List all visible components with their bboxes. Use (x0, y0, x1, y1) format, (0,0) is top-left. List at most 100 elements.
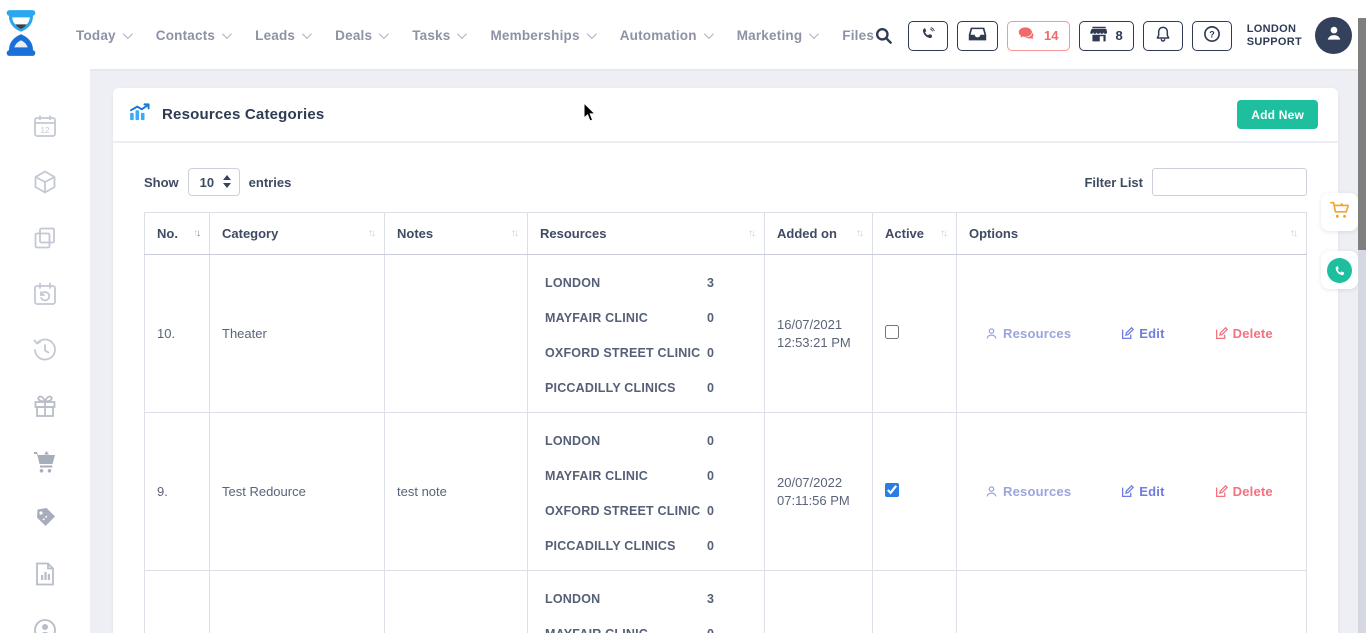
show-label: Show (144, 175, 179, 190)
user-name-label: LONDON SUPPORT (1247, 23, 1302, 49)
filter-list-input[interactable] (1152, 168, 1307, 196)
chat-button[interactable]: 14 (1007, 21, 1069, 51)
tag-icon[interactable] (32, 505, 59, 531)
menu-item-today[interactable]: Today (76, 28, 130, 43)
column-header-no[interactable]: No.↑↓ (145, 213, 210, 255)
resources-link[interactable]: Resources (985, 326, 1071, 341)
calendar-icon[interactable]: 12 (32, 113, 59, 139)
hourglass-logo-icon (0, 9, 42, 62)
dialer-button[interactable] (908, 21, 948, 51)
report-icon[interactable] (32, 561, 59, 587)
chevron-down-icon (809, 29, 819, 39)
column-header-resources[interactable]: Resources↑↓ (528, 213, 765, 255)
left-sidebar: 12 (0, 71, 90, 633)
user-avatar[interactable] (1315, 17, 1352, 54)
column-header-options[interactable]: Options↑↓ (957, 213, 1307, 255)
gift-icon[interactable] (32, 393, 59, 419)
chevron-down-icon (123, 29, 133, 39)
sort-icon: ↑↓ (856, 228, 862, 239)
sort-icon: ↑↓ (511, 228, 517, 239)
svg-text:?: ? (1209, 29, 1215, 39)
delete-link[interactable]: Delete (1215, 326, 1273, 341)
floating-cart-button[interactable] (1321, 193, 1358, 231)
chevron-down-icon (222, 29, 232, 39)
chevron-down-icon (587, 29, 597, 39)
column-header-active[interactable]: Active↑↓ (873, 213, 957, 255)
main-content: Resources Categories Add New Show 10 ent… (90, 71, 1366, 633)
cell-no: 9. (145, 413, 210, 571)
package-icon[interactable] (32, 169, 59, 195)
menu-item-memberships[interactable]: Memberships (490, 28, 593, 43)
menu-item-automation[interactable]: Automation (620, 28, 711, 43)
help-button[interactable]: ? (1192, 21, 1232, 51)
table-header-row: No.↑↓ Category↑↓ Notes↑↓ Resources↑↓ Add… (145, 213, 1307, 255)
page-size-select[interactable]: 10 (188, 168, 240, 196)
table-row: 9. Test Redource test note LONDON0 MAYFA… (145, 413, 1307, 571)
menu-item-deals[interactable]: Deals (335, 28, 386, 43)
bell-icon (1155, 25, 1171, 46)
page-scrollbar (1358, 0, 1366, 633)
add-new-button[interactable]: Add New (1237, 100, 1318, 129)
menu-item-marketing[interactable]: Marketing (737, 28, 817, 43)
main-menu: Today Contacts Leads Deals Tasks Members… (76, 28, 874, 43)
cell-resources: LONDON0 MAYFAIR CLINIC0 OXFORD STREET CL… (528, 413, 765, 571)
delete-link[interactable]: Delete (1215, 484, 1273, 499)
edit-link[interactable]: Edit (1121, 326, 1164, 341)
notifications-button[interactable] (1143, 21, 1183, 51)
chat-count-badge: 14 (1044, 28, 1058, 43)
menu-item-contacts[interactable]: Contacts (156, 28, 229, 43)
resources-link[interactable]: Resources (985, 484, 1071, 499)
table-row: LONDON3 MAYFAIR CLINIC0 (145, 571, 1307, 633)
cell-no (145, 571, 210, 633)
menu-item-tasks[interactable]: Tasks (412, 28, 464, 43)
chevron-down-icon (704, 29, 714, 39)
chevron-down-icon (379, 29, 389, 39)
scrollbar-thumb[interactable] (1358, 18, 1366, 250)
column-header-category[interactable]: Category↑↓ (210, 213, 385, 255)
cell-options (957, 571, 1307, 633)
inbox-button[interactable] (957, 21, 998, 51)
cell-category (210, 571, 385, 633)
cell-options: Resources Edit Delete (957, 413, 1307, 571)
menu-item-leads[interactable]: Leads (255, 28, 309, 43)
cell-resources: LONDON3 MAYFAIR CLINIC0 (528, 571, 765, 633)
person-icon (1324, 23, 1344, 48)
copy-icon[interactable] (32, 225, 59, 251)
cart-icon (1329, 200, 1351, 225)
chart-growth-icon (129, 103, 151, 126)
sort-icon: ↑↓ (748, 228, 754, 239)
search-icon[interactable] (874, 26, 893, 45)
store-count-badge: 8 (1116, 28, 1123, 43)
cell-active (873, 413, 957, 571)
table-controls: Show 10 entries Filter List (144, 168, 1307, 196)
chat-bubbles-icon (1018, 26, 1037, 45)
filter-list-label: Filter List (1084, 175, 1143, 190)
edit-link[interactable]: Edit (1121, 484, 1164, 499)
column-header-added-on[interactable]: Added on↑↓ (765, 213, 873, 255)
cell-active (873, 255, 957, 413)
store-button[interactable]: 8 (1079, 21, 1134, 51)
calendar-day-number: 12 (41, 126, 50, 135)
active-checkbox[interactable] (885, 483, 899, 497)
floating-phone-button[interactable] (1321, 251, 1358, 289)
menu-item-files[interactable]: Files (842, 28, 874, 43)
help-icon: ? (1203, 25, 1221, 46)
calendar-sync-icon[interactable] (32, 281, 59, 307)
delete-icon (1215, 485, 1228, 498)
sort-icon: ↑↓ (193, 228, 199, 239)
sort-icon: ↑↓ (940, 228, 946, 239)
entries-label: entries (249, 175, 292, 190)
column-header-notes[interactable]: Notes↑↓ (385, 213, 528, 255)
cart-icon[interactable] (32, 449, 59, 475)
person-icon (985, 327, 998, 340)
scrollbar-cap (1358, 0, 1366, 18)
history-icon[interactable] (32, 337, 59, 363)
cell-category: Theater (210, 255, 385, 413)
phone-icon (920, 26, 937, 46)
user-badge-icon[interactable] (32, 617, 59, 633)
cell-added-on (765, 571, 873, 633)
active-checkbox[interactable] (885, 325, 899, 339)
cell-active (873, 571, 957, 633)
app-logo[interactable] (0, 9, 42, 62)
resources-categories-table: No.↑↓ Category↑↓ Notes↑↓ Resources↑↓ Add… (144, 212, 1307, 633)
